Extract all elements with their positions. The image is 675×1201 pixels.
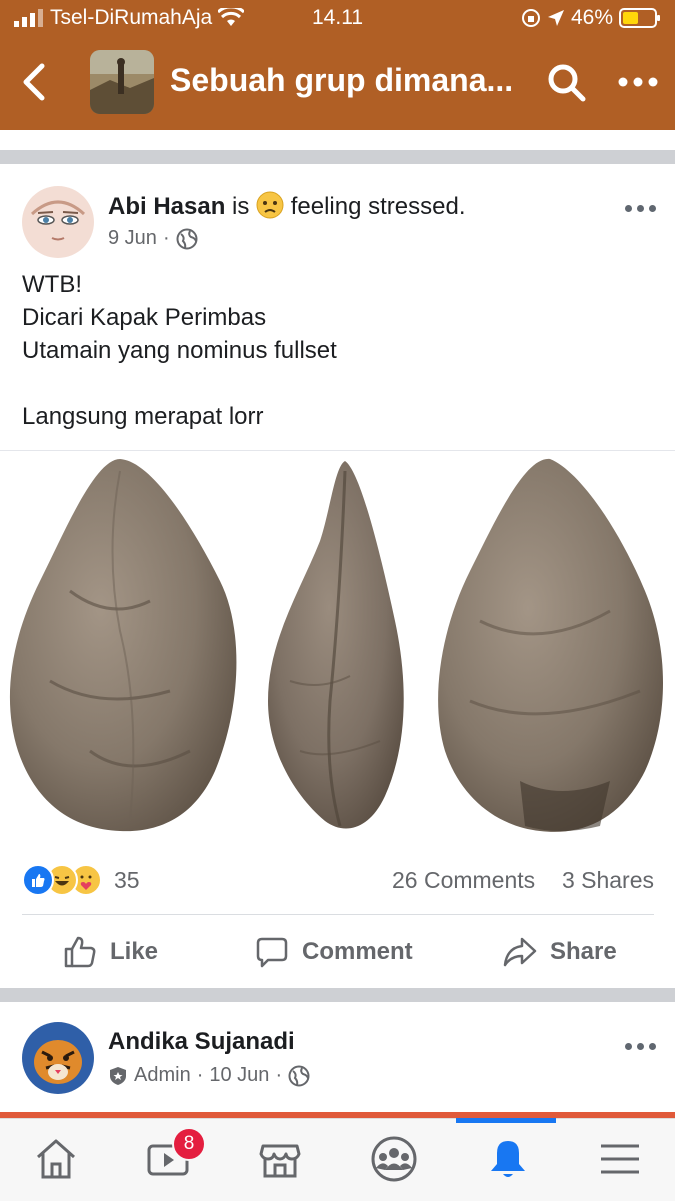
next-author-name[interactable]: Andika Sujanadi <box>108 1028 295 1055</box>
like-icon <box>64 936 96 968</box>
hand-axe-photo <box>9 458 664 832</box>
next-post-meta: Admin · 10 Jun · <box>108 1064 310 1087</box>
like-button[interactable]: Like <box>62 934 158 970</box>
author-avatar[interactable] <box>22 186 94 258</box>
hand-axe-back <box>438 458 664 832</box>
battery-percent: 46% <box>570 6 613 29</box>
globe-icon <box>176 228 198 249</box>
next-post-card: Andika Sujanadi Admin · 10 Jun · <box>0 1002 675 1112</box>
group-cover-image <box>90 50 154 114</box>
post-line: Langsung merapat lorr <box>22 403 264 430</box>
dot-icon <box>637 1043 644 1050</box>
stressed-emoji-icon <box>256 191 284 219</box>
shares-count[interactable]: 3 Shares <box>562 867 654 893</box>
status-bar: Tsel-DiRumahAja 14.11 46% <box>0 0 675 38</box>
tab-groups[interactable] <box>366 1131 422 1187</box>
like-label: Like <box>110 938 159 965</box>
post-line <box>22 367 337 400</box>
meta-separator: · <box>275 1064 283 1086</box>
globe-icon <box>288 1065 310 1086</box>
more-dots-icon <box>618 77 658 87</box>
reaction-count: 35 <box>114 866 140 893</box>
engagement-counts: 26 Comments 3 Shares <box>392 867 654 894</box>
dot-icon <box>649 1043 656 1050</box>
post-header-line: Abi Hasan is feeling stressed. <box>108 191 466 221</box>
group-title[interactable]: Sebuah grup dimana... <box>170 62 513 99</box>
next-post-header: Andika Sujanadi <box>108 1028 295 1056</box>
stats-divider <box>22 914 654 915</box>
share-icon <box>503 937 537 967</box>
post-text: WTB! Dicari Kapak Perimbas Utamain yang … <box>22 268 337 433</box>
reactions-summary[interactable]: 35 <box>22 864 140 896</box>
search-icon <box>548 64 586 102</box>
location-icon <box>547 10 564 26</box>
marketplace-icon <box>259 1144 301 1178</box>
tab-marketplace[interactable] <box>252 1131 308 1187</box>
status-right: 46% <box>521 6 661 30</box>
active-tab-indicator <box>456 1118 556 1123</box>
watch-notification-badge: 8 <box>172 1127 206 1161</box>
bell-icon <box>491 1141 525 1177</box>
comment-label: Comment <box>302 938 413 965</box>
admin-label: Admin <box>134 1064 191 1086</box>
like-reaction-icon <box>22 864 54 896</box>
share-label: Share <box>550 938 617 965</box>
tiger-avatar-image <box>22 1022 94 1094</box>
chevron-left-icon <box>23 63 45 101</box>
share-button[interactable]: Share <box>502 934 617 970</box>
comments-count[interactable]: 26 Comments <box>392 867 535 893</box>
next-post-date[interactable]: 10 Jun <box>209 1064 269 1087</box>
author-name[interactable]: Abi Hasan <box>108 193 225 220</box>
meta-separator: · <box>162 227 170 249</box>
group-header: Sebuah grup dimana... <box>0 38 675 130</box>
search-button[interactable] <box>546 62 586 107</box>
dot-icon <box>637 205 644 212</box>
feed-separator <box>0 988 675 1002</box>
groups-icon <box>371 1136 417 1182</box>
post-line: Utamain yang nominus fullset <box>22 337 337 364</box>
post-stats: 35 26 Comments 3 Shares <box>22 864 654 898</box>
more-options-button[interactable] <box>618 75 658 93</box>
dot-icon <box>649 205 656 212</box>
post-date[interactable]: 9 Jun <box>108 227 157 250</box>
dot-icon <box>625 205 632 212</box>
dot-icon <box>625 1043 632 1050</box>
orientation-lock-icon <box>521 9 540 27</box>
post-meta: 9 Jun · <box>108 227 198 250</box>
tab-menu[interactable] <box>592 1131 648 1187</box>
post-actions: Like Comment Share <box>0 924 675 982</box>
tab-notifications[interactable] <box>480 1131 536 1187</box>
battery-icon <box>619 8 660 28</box>
post-options-button[interactable] <box>625 205 656 212</box>
next-post-options-button[interactable] <box>625 1043 656 1050</box>
feed-separator <box>0 150 675 164</box>
post-line: Dicari Kapak Perimbas <box>22 304 267 331</box>
post-photo[interactable] <box>0 450 675 843</box>
tab-home[interactable] <box>28 1131 84 1187</box>
comment-button[interactable]: Comment <box>254 934 413 970</box>
comment-icon <box>256 937 288 968</box>
post-line: WTB! <box>22 271 82 298</box>
author-avatar-image <box>22 186 94 258</box>
feeling-prefix: is <box>232 193 250 220</box>
menu-icon <box>601 1144 639 1174</box>
meta-separator: · <box>196 1064 204 1086</box>
next-author-avatar[interactable] <box>22 1022 94 1094</box>
group-cover-thumbnail[interactable] <box>90 50 154 114</box>
feeling-text[interactable]: feeling stressed. <box>291 193 466 220</box>
back-button[interactable] <box>20 62 48 107</box>
bottom-tab-bar <box>0 1118 675 1201</box>
admin-badge-icon <box>110 1066 126 1085</box>
home-icon <box>37 1139 75 1179</box>
